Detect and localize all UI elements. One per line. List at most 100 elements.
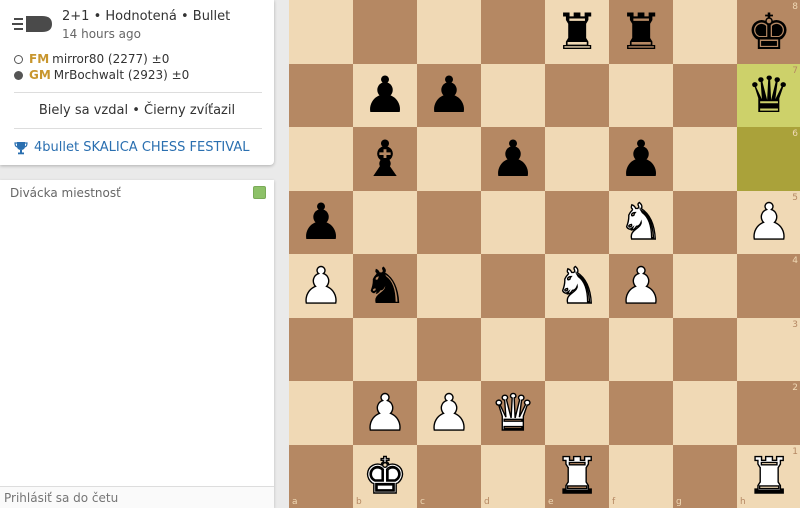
- white-knight-icon[interactable]: ♞: [609, 191, 673, 255]
- black-rook-icon[interactable]: ♜: [545, 0, 609, 64]
- white-pawn-icon[interactable]: ♟: [417, 381, 481, 445]
- square-a1[interactable]: a: [289, 444, 353, 508]
- white-knight-icon[interactable]: ♞: [545, 254, 609, 318]
- black-pawn-icon[interactable]: ♟: [289, 191, 353, 255]
- black-king-icon[interactable]: ♚: [737, 0, 800, 64]
- square-d3[interactable]: [481, 317, 545, 381]
- square-c3[interactable]: [417, 317, 481, 381]
- square-d4[interactable]: [481, 254, 545, 318]
- square-a4[interactable]: ♟: [289, 254, 353, 318]
- square-f2[interactable]: [609, 381, 673, 445]
- black-knight-icon[interactable]: ♞: [353, 254, 417, 318]
- square-a5[interactable]: ♟: [289, 190, 353, 255]
- square-f5[interactable]: ♞: [609, 190, 673, 255]
- square-h4[interactable]: 4: [737, 254, 800, 318]
- square-c2[interactable]: ♟: [417, 381, 481, 445]
- square-c1[interactable]: c: [417, 444, 481, 508]
- chat-toggle[interactable]: [253, 186, 266, 199]
- square-b6[interactable]: ♝: [353, 127, 417, 191]
- square-d5[interactable]: [481, 190, 545, 254]
- square-g8[interactable]: [673, 0, 737, 64]
- square-b4[interactable]: ♞: [353, 254, 417, 318]
- square-f1[interactable]: f: [609, 444, 673, 508]
- square-a6[interactable]: [289, 127, 353, 191]
- square-h6[interactable]: 6: [737, 127, 800, 191]
- chat-panel: Divácka miestnosť: [0, 180, 274, 508]
- game-result: Biely sa vzdal • Čierny zvíťazil: [38, 103, 236, 118]
- square-b2[interactable]: ♟: [353, 381, 417, 445]
- square-b3[interactable]: [353, 317, 417, 381]
- square-f4[interactable]: ♟: [609, 254, 673, 318]
- square-h5[interactable]: 5 ♟: [737, 190, 800, 255]
- square-g7[interactable]: [673, 63, 737, 127]
- white-pawn-icon[interactable]: ♟: [353, 381, 417, 445]
- square-f8[interactable]: ♜: [609, 0, 673, 64]
- black-bishop-icon[interactable]: ♝: [353, 127, 417, 191]
- square-c5[interactable]: [417, 190, 481, 254]
- square-e7[interactable]: [545, 63, 609, 127]
- chat-title: Divácka miestnosť: [10, 186, 121, 200]
- square-h3[interactable]: 3: [737, 317, 800, 381]
- square-g6[interactable]: [673, 127, 737, 191]
- square-e1[interactable]: e ♜: [545, 444, 609, 508]
- square-b7[interactable]: ♟: [353, 63, 417, 128]
- black-pawn-icon[interactable]: ♟: [417, 64, 481, 128]
- square-h1[interactable]: 1 h ♜: [737, 444, 800, 508]
- square-d8[interactable]: [481, 0, 545, 64]
- square-d7[interactable]: [481, 63, 545, 127]
- rank-label: 4: [792, 256, 798, 266]
- square-c7[interactable]: ♟: [417, 63, 481, 128]
- player-name: mirror80 (2277) ±0: [52, 52, 170, 66]
- file-label: g: [676, 497, 682, 507]
- white-king-icon[interactable]: ♚: [353, 445, 417, 508]
- square-a2[interactable]: [289, 381, 353, 445]
- square-e2[interactable]: [545, 381, 609, 445]
- square-a7[interactable]: [289, 63, 353, 127]
- square-d2[interactable]: ♛: [481, 381, 545, 445]
- square-d6[interactable]: ♟: [481, 127, 545, 191]
- square-g4[interactable]: [673, 254, 737, 318]
- square-d1[interactable]: d: [481, 444, 545, 508]
- square-g5[interactable]: [673, 190, 737, 254]
- black-pawn-icon[interactable]: ♟: [353, 64, 417, 128]
- chat-input[interactable]: [0, 486, 274, 508]
- white-pawn-icon[interactable]: ♟: [289, 254, 353, 318]
- square-h8[interactable]: 8 ♚: [737, 0, 800, 64]
- white-rook-icon[interactable]: ♜: [737, 445, 800, 508]
- square-b1[interactable]: b ♚: [353, 444, 417, 508]
- white-player[interactable]: FM mirror80 (2277) ±0: [14, 52, 169, 66]
- tournament-link[interactable]: 4bullet SKALICA CHESS FESTIVAL: [14, 140, 249, 155]
- rank-label: 3: [792, 319, 798, 330]
- square-c4[interactable]: [417, 254, 481, 318]
- square-c8[interactable]: [417, 0, 481, 64]
- square-g2[interactable]: [673, 381, 737, 445]
- white-pawn-icon[interactable]: ♟: [737, 191, 800, 255]
- square-f6[interactable]: ♟: [609, 127, 673, 191]
- square-h7[interactable]: 7 ♛: [737, 63, 800, 128]
- square-e6[interactable]: [545, 127, 609, 191]
- black-rook-icon[interactable]: ♜: [609, 0, 673, 64]
- white-queen-icon[interactable]: ♛: [481, 381, 545, 445]
- square-e5[interactable]: [545, 190, 609, 254]
- black-pawn-icon[interactable]: ♟: [609, 127, 673, 191]
- white-pawn-icon[interactable]: ♟: [609, 254, 673, 318]
- black-queen-icon[interactable]: ♛: [737, 64, 800, 128]
- square-b8[interactable]: [353, 0, 417, 64]
- square-f7[interactable]: [609, 63, 673, 127]
- square-a8[interactable]: [289, 0, 353, 64]
- square-e4[interactable]: ♞: [545, 254, 609, 318]
- square-b5[interactable]: [353, 190, 417, 254]
- chess-board[interactable]: ♜ ♜ 8 ♚ ♟ ♟ 7 ♛ ♝ ♟ ♟ 6 ♟ ♞ 5 ♟ ♟ ♞ ♞ ♟ 4 3 ♟ ♟ ♛ 2 a b ♚ c d e ♜ f g 1 h ♜: [289, 0, 800, 508]
- square-e3[interactable]: [545, 317, 609, 381]
- white-rook-icon[interactable]: ♜: [545, 445, 609, 508]
- square-c6[interactable]: [417, 127, 481, 191]
- square-e8[interactable]: ♜: [545, 0, 609, 64]
- bullet-icon: [12, 16, 52, 32]
- square-f3[interactable]: [609, 317, 673, 381]
- square-g1[interactable]: g: [673, 444, 737, 508]
- square-a3[interactable]: [289, 317, 353, 381]
- black-pawn-icon[interactable]: ♟: [481, 127, 545, 191]
- square-h2[interactable]: 2: [737, 381, 800, 445]
- square-g3[interactable]: [673, 317, 737, 381]
- black-player[interactable]: GM MrBochwalt (2923) ±0: [14, 68, 189, 82]
